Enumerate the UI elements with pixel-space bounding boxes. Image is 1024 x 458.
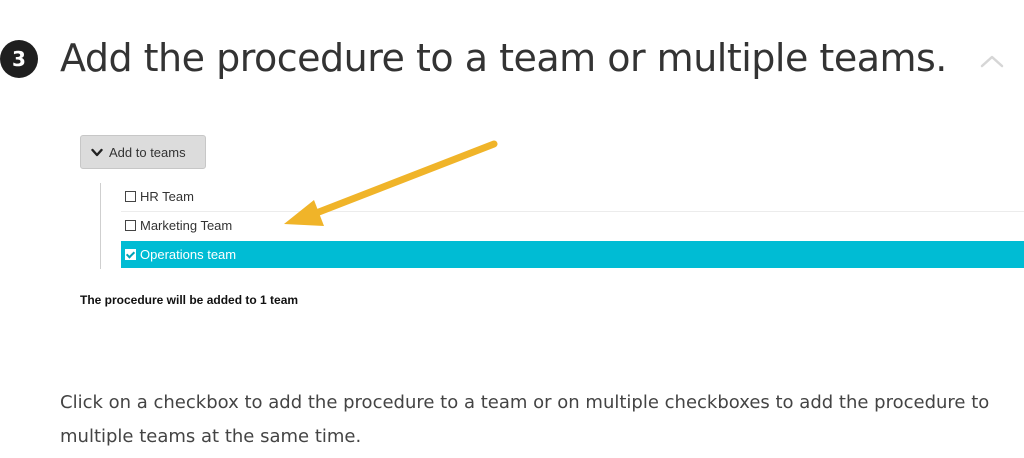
checkbox[interactable] — [125, 219, 136, 231]
team-option-operations[interactable]: Operations team — [121, 241, 1024, 268]
summary-text: The procedure will be added to 1 team — [80, 293, 299, 307]
team-label: Marketing Team — [140, 217, 233, 233]
step-number-badge: 3 — [0, 40, 38, 78]
step-number: 3 — [12, 47, 26, 71]
add-to-teams-label: Add to teams — [109, 144, 186, 160]
add-to-teams-button[interactable]: Add to teams — [80, 135, 206, 169]
checkbox[interactable] — [125, 191, 136, 202]
collapse-toggle[interactable] — [974, 46, 1010, 76]
step-title: Add the procedure to a team or multiple … — [60, 36, 947, 80]
team-label: Operations team — [140, 247, 237, 262]
callout-arrow — [284, 140, 498, 226]
team-label: HR Team — [140, 189, 194, 204]
description-text: Click on a checkbox to add the procedure… — [60, 392, 990, 447]
chevron-down-icon — [91, 148, 103, 157]
team-option-marketing[interactable]: Marketing Team — [121, 211, 1024, 238]
checkbox-checked[interactable] — [125, 249, 136, 260]
team-option-hr[interactable]: HR Team — [121, 183, 1024, 210]
chevron-up-icon — [980, 55, 1004, 68]
team-list: HR Team Marketing Team Operations team — [100, 183, 1024, 269]
